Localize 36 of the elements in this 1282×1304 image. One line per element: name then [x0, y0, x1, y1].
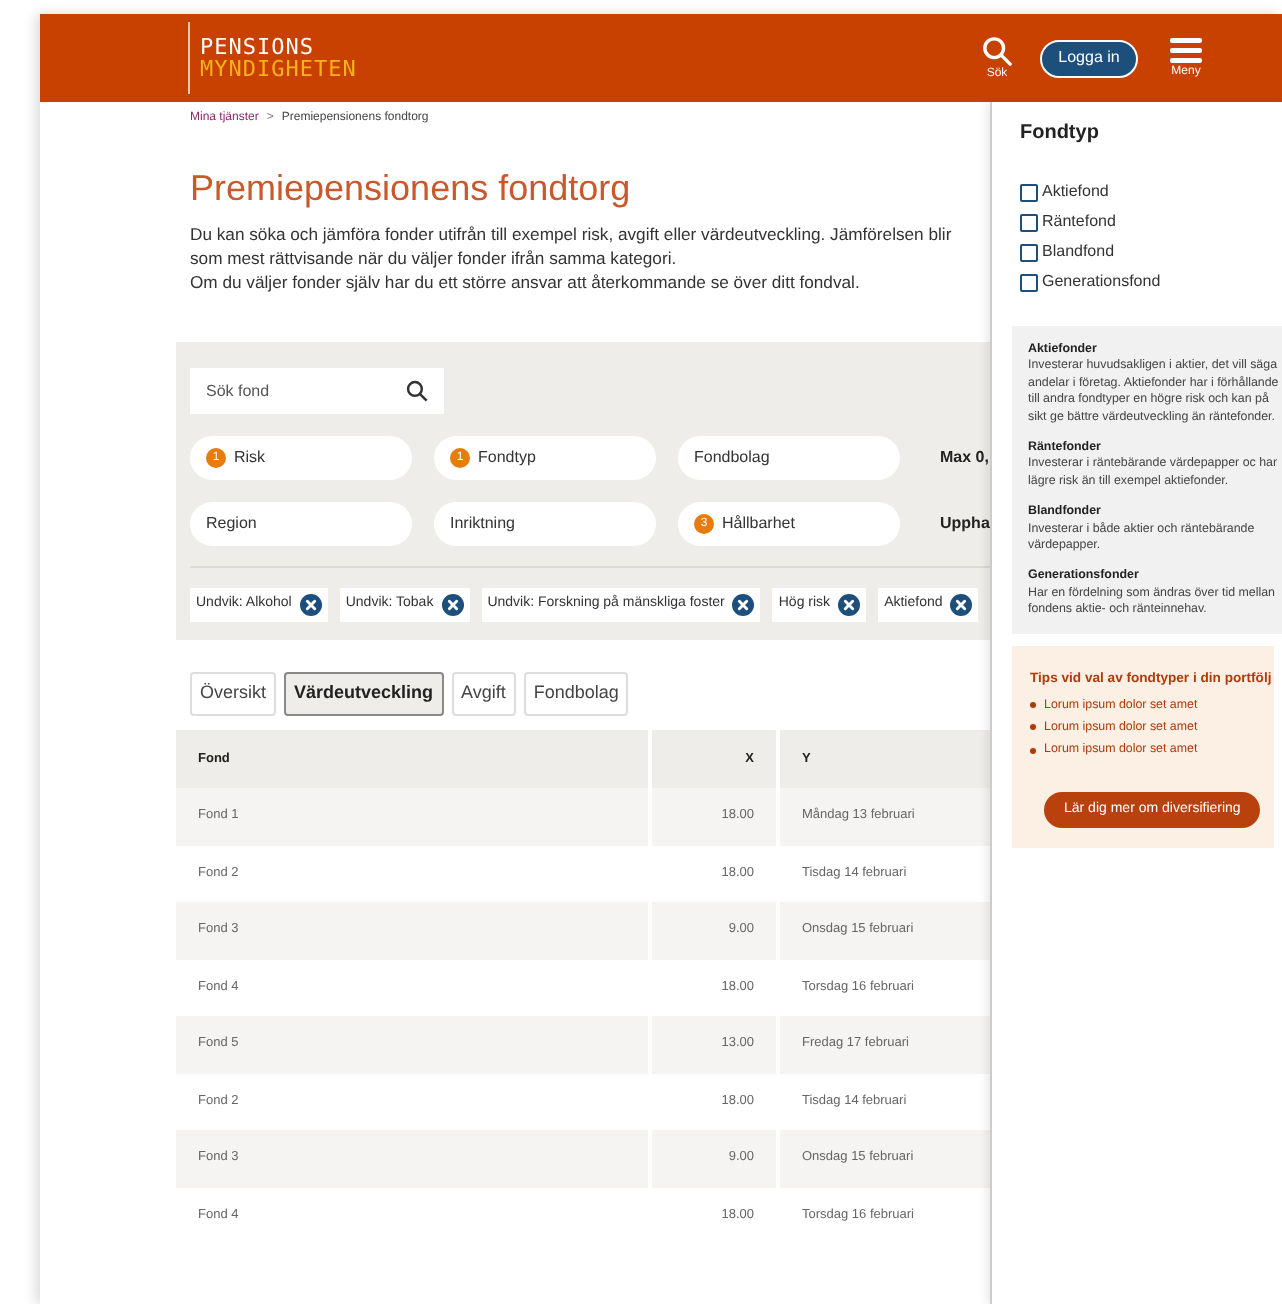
- remove-icon[interactable]: [732, 594, 755, 616]
- filter-pill[interactable]: Region: [190, 502, 412, 546]
- search-field[interactable]: Sök fond: [190, 368, 444, 414]
- intro-text: Du kan söka och jämföra fonder utifrån till exempel risk, avgift eller värdeutveckling. Jämförelsen blir som mest rättvisande när du väljer fonder ifrån samma kategori.: [190, 222, 954, 270]
- bullet-icon: [1030, 747, 1036, 754]
- logo-text: MYNDIGHETEN: [200, 58, 357, 80]
- checkbox-option[interactable]: Blandfond: [1020, 240, 1282, 264]
- tab[interactable]: Fondbolag: [523, 672, 629, 716]
- checkbox[interactable]: [1020, 213, 1038, 231]
- checkbox[interactable]: [1020, 243, 1038, 261]
- bullet-icon: [1030, 724, 1036, 731]
- sidebar-title: Fondtyp: [1020, 120, 1101, 148]
- tab[interactable]: Värdeutveckling: [284, 672, 444, 716]
- tab[interactable]: Avgift: [451, 672, 516, 716]
- remove-icon[interactable]: [299, 594, 322, 616]
- checkbox-option[interactable]: Räntefond: [1020, 210, 1282, 234]
- tab[interactable]: Översikt: [190, 672, 277, 716]
- intro-text: Om du väljer fonder själv har du ett större ansvar att återkommande se över ditt fondval.: [190, 270, 862, 294]
- filter-label: Max 0,: [940, 446, 989, 470]
- remove-icon[interactable]: [441, 594, 464, 616]
- bullet-icon: [1030, 702, 1036, 709]
- login-button[interactable]: Logga in: [1040, 39, 1138, 77]
- checkbox-option[interactable]: Generationsfond: [1020, 270, 1282, 294]
- checkbox-option[interactable]: Aktiefond: [1020, 180, 1282, 204]
- filter-pill[interactable]: Fondbolag: [678, 436, 900, 480]
- remove-icon[interactable]: [838, 594, 861, 616]
- search-icon: [982, 35, 1012, 65]
- logo-text: PENSIONS: [200, 36, 314, 58]
- checkbox[interactable]: [1020, 273, 1038, 291]
- remove-icon[interactable]: [950, 594, 973, 616]
- filter-label: Uppha: [940, 512, 990, 536]
- filter-pill[interactable]: Inriktning: [434, 502, 656, 546]
- menu-icon: [1170, 36, 1202, 64]
- search-icon: [406, 380, 428, 402]
- checkbox[interactable]: [1020, 183, 1038, 201]
- page-title: Premiepensionens fondtorg: [190, 166, 633, 210]
